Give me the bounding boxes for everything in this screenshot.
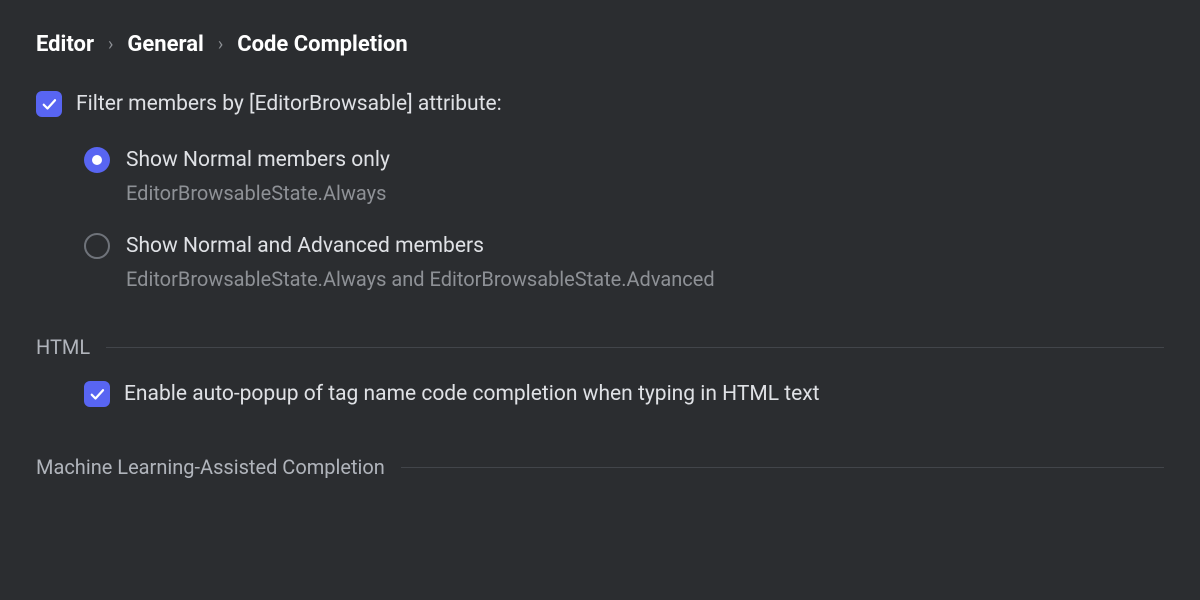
radio-hint-normal-only: EditorBrowsableState.Always — [126, 181, 1164, 205]
html-autopopup-option: Enable auto-popup of tag name code compl… — [84, 381, 1164, 407]
radio-normal-only[interactable] — [84, 147, 110, 173]
section-header-html: HTML — [36, 335, 1164, 359]
html-autopopup-checkbox[interactable] — [84, 381, 110, 407]
section-title-html: HTML — [36, 335, 90, 359]
section-divider — [401, 467, 1164, 468]
filter-members-checkbox[interactable] — [36, 91, 62, 117]
section-title-ml: Machine Learning-Assisted Completion — [36, 455, 385, 479]
radio-item-normal-advanced: Show Normal and Advanced members EditorB… — [84, 233, 1164, 291]
breadcrumb-item-code-completion[interactable]: Code Completion — [237, 32, 408, 57]
chevron-right-icon: › — [218, 34, 223, 55]
html-autopopup-label: Enable auto-popup of tag name code compl… — [124, 382, 820, 406]
check-icon — [88, 385, 106, 403]
breadcrumb: Editor › General › Code Completion — [36, 32, 1164, 57]
radio-label-normal-advanced: Show Normal and Advanced members — [126, 234, 484, 258]
chevron-right-icon: › — [108, 34, 113, 55]
radio-normal-advanced[interactable] — [84, 233, 110, 259]
section-divider — [106, 347, 1164, 348]
filter-members-option: Filter members by [EditorBrowsable] attr… — [36, 91, 1164, 117]
radio-label-normal-only: Show Normal members only — [126, 148, 390, 172]
breadcrumb-item-general[interactable]: General — [127, 32, 203, 57]
filter-radio-group: Show Normal members only EditorBrowsable… — [84, 147, 1164, 291]
breadcrumb-item-editor[interactable]: Editor — [36, 32, 94, 57]
section-header-ml: Machine Learning-Assisted Completion — [36, 455, 1164, 479]
radio-item-normal-only: Show Normal members only EditorBrowsable… — [84, 147, 1164, 205]
check-icon — [40, 95, 58, 113]
filter-members-label: Filter members by [EditorBrowsable] attr… — [76, 92, 502, 116]
radio-hint-normal-advanced: EditorBrowsableState.Always and EditorBr… — [126, 267, 1164, 291]
